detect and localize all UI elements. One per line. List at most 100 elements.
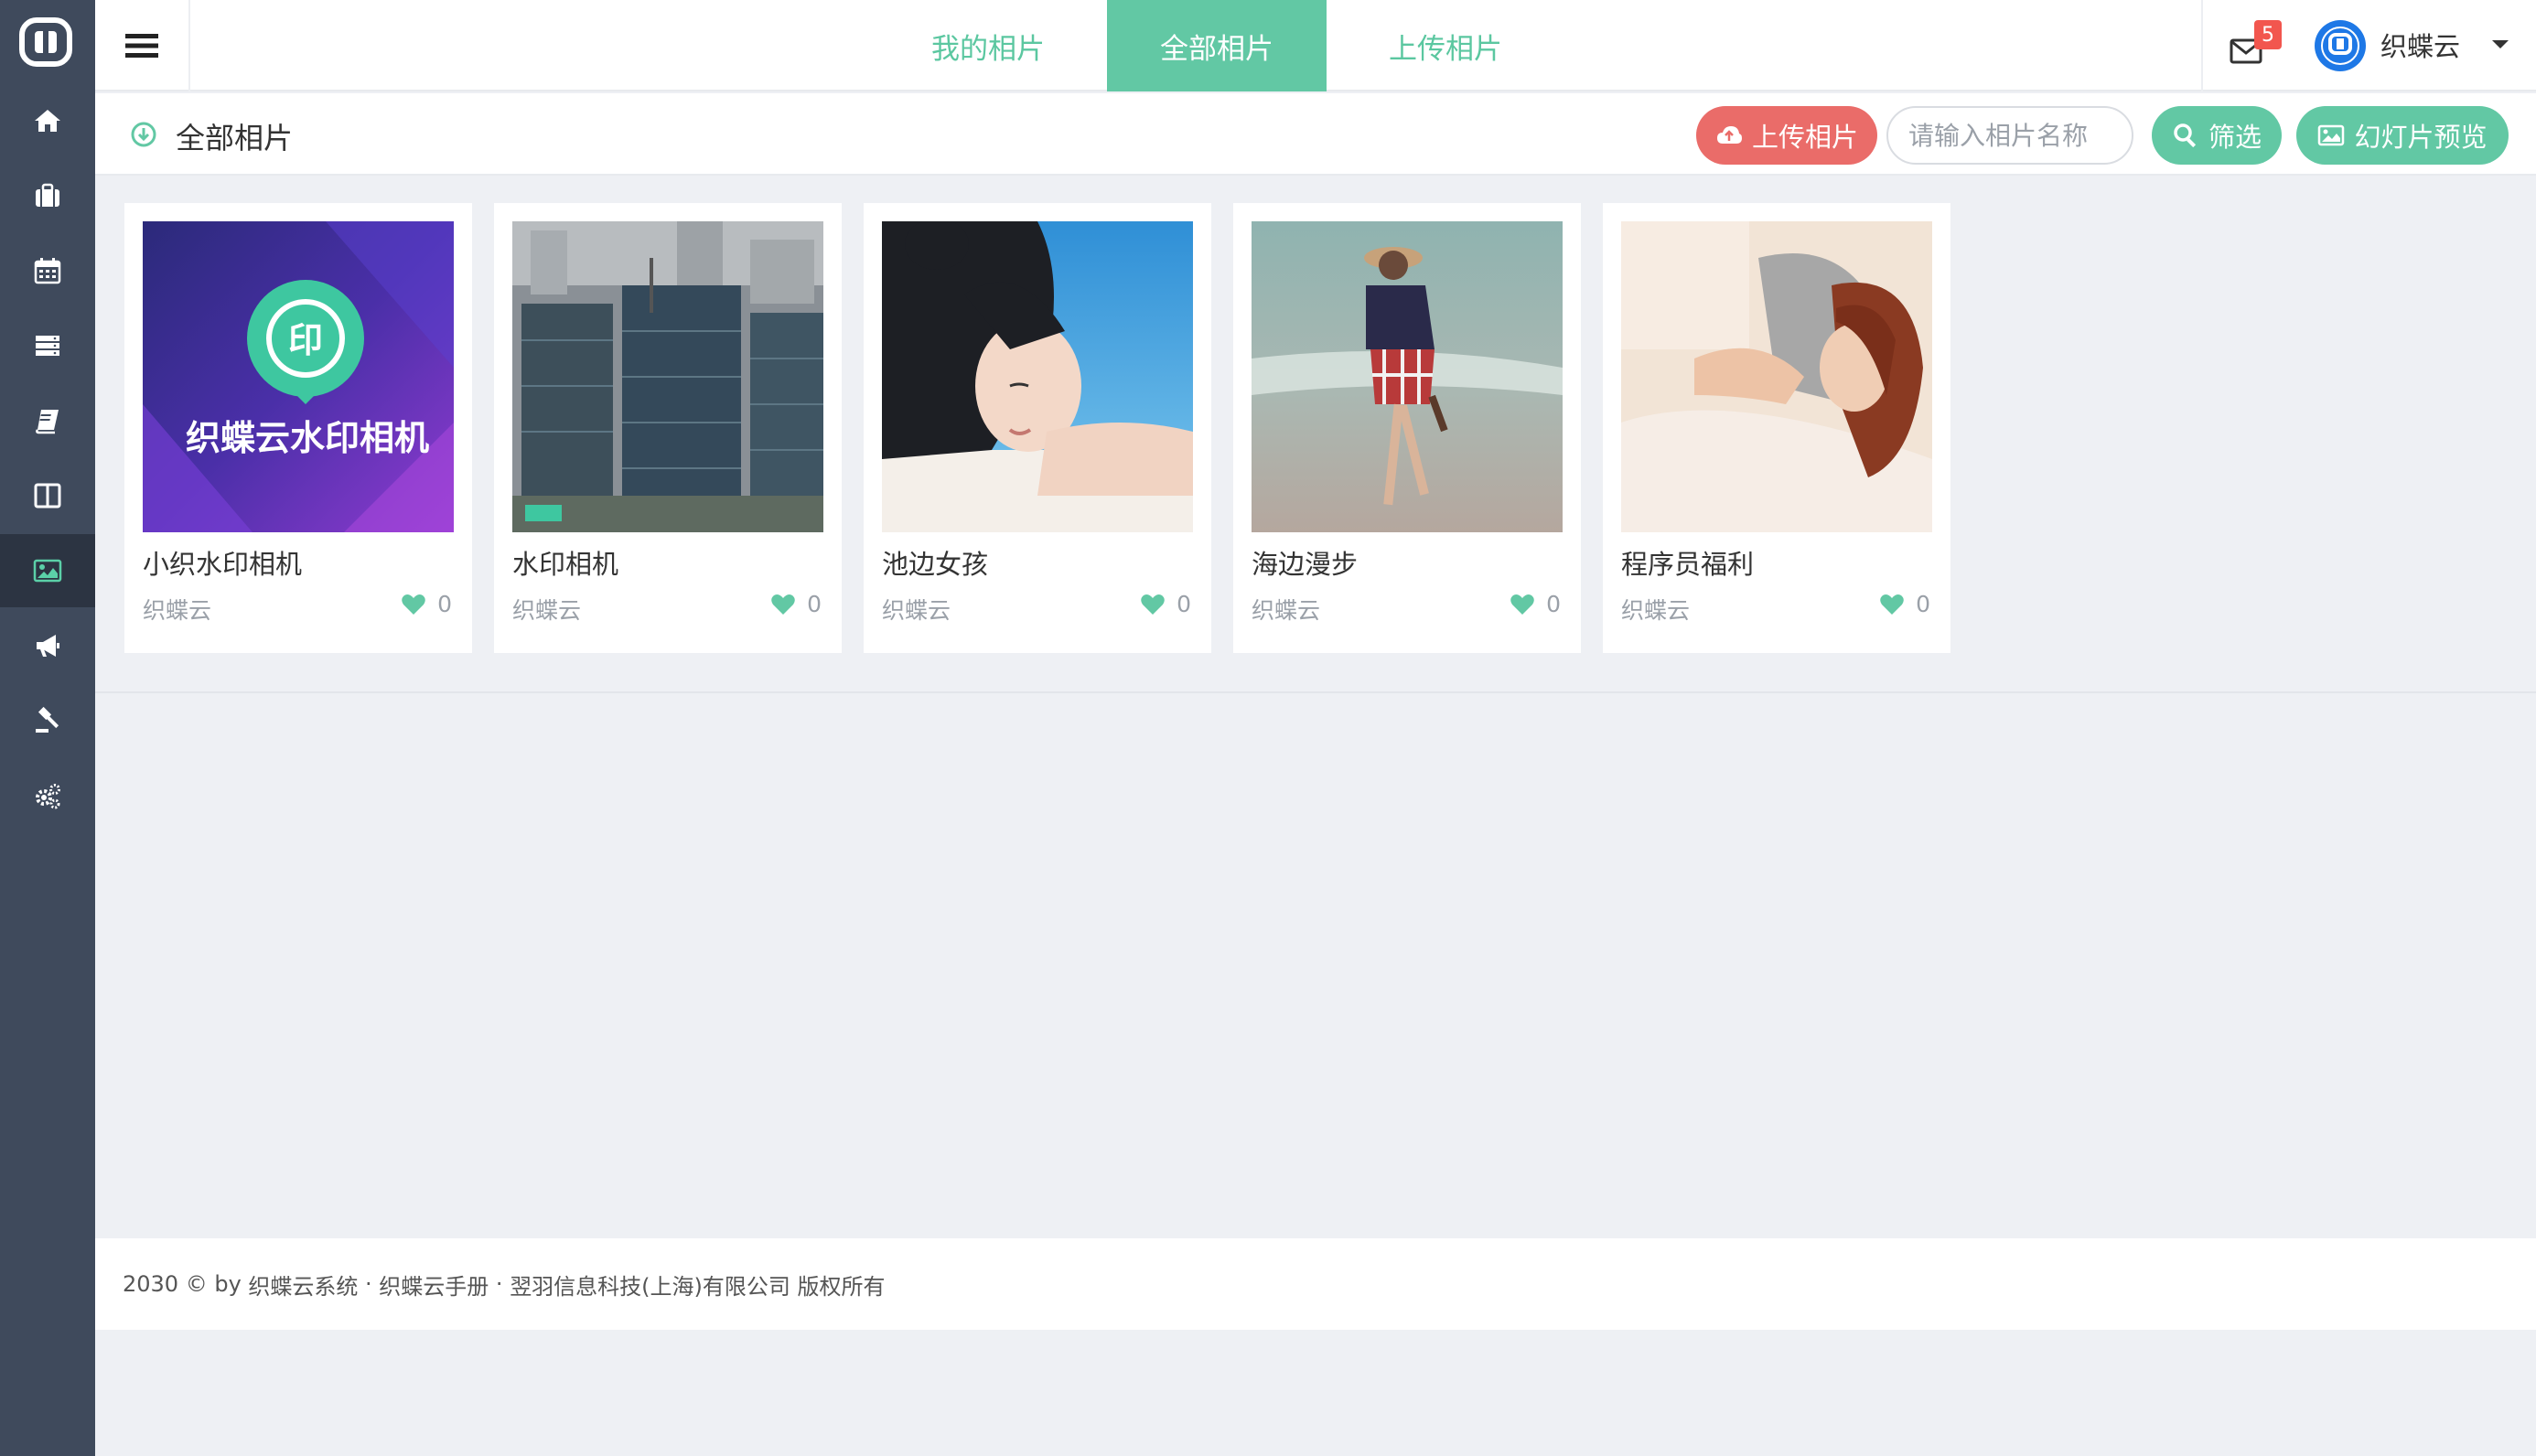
slideshow-preview-button[interactable]: 幻灯片预览: [2296, 106, 2509, 165]
poolside-girl-image: [882, 221, 1193, 532]
search-icon: [2174, 123, 2197, 148]
calendar-icon: [34, 258, 61, 284]
sidebar-item-briefcase[interactable]: [0, 159, 95, 232]
photo-author: 织蝶云: [1252, 597, 1321, 624]
cloud-upload-icon: [1716, 126, 1742, 144]
filter-label: 筛选: [2208, 122, 2262, 153]
photo-card[interactable]: 池边女孩 织蝶云 0: [864, 203, 1211, 653]
upload-photo-button[interactable]: 上传相片: [1696, 106, 1877, 165]
avatar-logo-icon: [2316, 22, 2364, 70]
tab-all-photos[interactable]: 全部相片: [1107, 0, 1327, 91]
footer-separator: ·: [489, 1271, 510, 1297]
photo-thumbnail[interactable]: [882, 221, 1193, 532]
watermark-camera-image: 印 织蝶云水印相机: [143, 221, 454, 532]
hamburger-icon: [125, 34, 158, 58]
app-root: 我的相片 全部相片 上传相片 5 织蝶云 全部相片 上传相片 请输入相片名称 筛…: [0, 0, 2536, 1456]
sidebar-item-book[interactable]: [0, 384, 95, 457]
heart-icon: [771, 594, 795, 615]
upload-photo-label: 上传相片: [1751, 122, 1858, 153]
chevron-down-icon[interactable]: [2492, 40, 2509, 48]
user-name[interactable]: 织蝶云: [2380, 26, 2460, 64]
image-overlay-text: 织蝶云水印相机: [186, 418, 429, 458]
book-icon: [36, 410, 59, 434]
mail-button[interactable]: 5: [2229, 20, 2282, 68]
like-count: 0: [1916, 591, 1930, 617]
footer-system-link[interactable]: 织蝶云系统: [248, 1269, 358, 1301]
photo-title[interactable]: 池边女孩: [882, 543, 988, 582]
photo-card[interactable]: 水印相机 织蝶云 0: [494, 203, 842, 653]
image-icon: [2318, 124, 2345, 146]
gavel-icon: [36, 706, 59, 733]
menu-toggle-button[interactable]: [95, 0, 190, 91]
photo-card[interactable]: 印 织蝶云水印相机 小织水印相机 织蝶云 0: [124, 203, 472, 653]
photo-author: 织蝶云: [512, 597, 582, 624]
logo-icon: [19, 17, 72, 67]
footer-company: 翌羽信息科技(上海)有限公司 版权所有: [510, 1273, 886, 1300]
heart-icon: [1141, 594, 1165, 615]
footer: 2030 © by 织蝶云系统 · 织蝶云手册 · 翌羽信息科技(上海)有限公司…: [95, 1238, 2536, 1330]
photo-thumbnail[interactable]: [1621, 221, 1932, 532]
photo-title[interactable]: 海边漫步: [1252, 543, 1358, 582]
page-title: 全部相片: [176, 121, 294, 155]
photo-thumbnail[interactable]: [512, 221, 823, 532]
like-button[interactable]: 0: [1510, 591, 1561, 617]
arrow-circle-down-icon: [131, 122, 156, 147]
beach-walk-image: [1252, 221, 1563, 532]
sidebar: [0, 0, 95, 1456]
footer-manual-link[interactable]: 织蝶云手册: [379, 1269, 489, 1301]
photo-thumbnail[interactable]: 印 织蝶云水印相机: [143, 221, 454, 532]
mail-count-badge: 5: [2254, 20, 2282, 49]
like-count: 0: [1546, 591, 1561, 617]
logo-text: 印: [288, 320, 323, 360]
server-icon: [36, 336, 59, 356]
photo-author: 织蝶云: [143, 597, 212, 624]
like-count: 0: [1177, 591, 1191, 617]
sidebar-item-settings[interactable]: [0, 759, 95, 832]
page-header: 全部相片 上传相片 筛选 幻灯片预览: [95, 93, 2536, 176]
sidebar-item-announcements[interactable]: [0, 609, 95, 682]
avatar[interactable]: [2315, 20, 2366, 71]
sidebar-item-server[interactable]: [0, 309, 95, 382]
sidebar-item-photos[interactable]: [0, 534, 95, 607]
top-bar: 我的相片 全部相片 上传相片 5 织蝶云: [95, 0, 2536, 91]
sidebar-item-home[interactable]: [0, 84, 95, 157]
like-button[interactable]: 0: [1140, 591, 1191, 617]
photo-title[interactable]: 水印相机: [512, 543, 618, 582]
like-button[interactable]: 0: [401, 591, 452, 617]
app-logo[interactable]: [18, 16, 73, 68]
photo-title[interactable]: 程序员福利: [1621, 543, 1754, 582]
bullhorn-icon: [37, 635, 59, 657]
columns-icon: [34, 483, 61, 509]
filter-button[interactable]: 筛选: [2152, 106, 2282, 165]
topbar-divider: [2201, 0, 2203, 91]
heart-icon: [1510, 594, 1534, 615]
photo-author: 织蝶云: [882, 597, 951, 624]
photo-card[interactable]: 程序员福利 织蝶云 0: [1603, 203, 1950, 653]
footer-separator: ·: [358, 1271, 380, 1297]
like-button[interactable]: 0: [1879, 591, 1930, 617]
sidebar-item-columns[interactable]: [0, 459, 95, 532]
image-icon: [33, 559, 62, 583]
programmer-bonus-image: [1621, 221, 1932, 532]
tab-upload-photos[interactable]: 上传相片: [1336, 0, 1555, 91]
photo-author: 织蝶云: [1621, 597, 1691, 624]
tab-my-photos[interactable]: 我的相片: [878, 0, 1098, 91]
sidebar-item-calendar[interactable]: [0, 234, 95, 307]
briefcase-icon: [36, 183, 59, 207]
slideshow-preview-label: 幻灯片预览: [2354, 122, 2488, 153]
heart-icon: [1880, 594, 1904, 615]
like-count: 0: [437, 591, 452, 617]
photo-title[interactable]: 小织水印相机: [143, 543, 302, 582]
photo-search-input[interactable]: [1886, 106, 2133, 165]
photo-card[interactable]: 海边漫步 织蝶云 0: [1233, 203, 1581, 653]
gears-icon: [36, 784, 60, 809]
construction-site-image: [512, 221, 823, 532]
like-count: 0: [807, 591, 822, 617]
photo-thumbnail[interactable]: [1252, 221, 1563, 532]
sidebar-item-tools[interactable]: [0, 684, 95, 757]
footer-copyright: 2030 © by: [123, 1271, 249, 1297]
home-icon: [35, 110, 60, 132]
like-button[interactable]: 0: [770, 591, 822, 617]
content-divider: [95, 691, 2536, 693]
heart-icon: [402, 594, 425, 615]
